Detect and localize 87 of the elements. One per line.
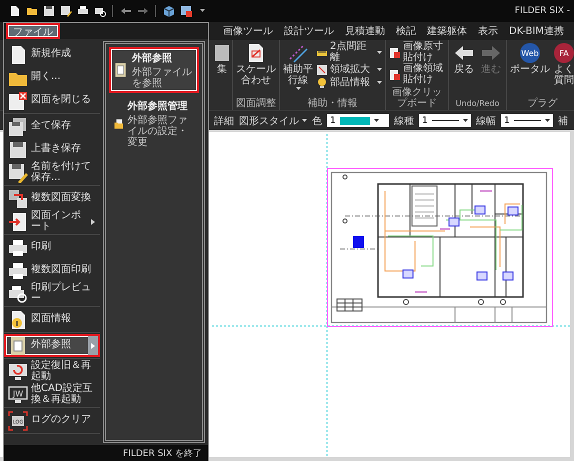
submenu-description: 外部参照ファイルの設定・変更 (128, 115, 188, 148)
menu-item[interactable]: 設定復旧＆再起動 (4, 360, 100, 383)
line-select[interactable]: 1 (501, 114, 553, 127)
ribbon-button[interactable]: 戻る (452, 42, 476, 76)
caret-icon (296, 87, 300, 91)
menu-item[interactable]: 印刷プレビュー (4, 282, 100, 305)
property-label: 色 (312, 114, 322, 128)
submenu-item[interactable]: 外部参照管理 外部参照ファイルの設定・変更 (109, 95, 199, 152)
save-all-icon (8, 116, 28, 136)
style-menu[interactable]: 図形スタイル (239, 114, 307, 128)
ribbon-tab[interactable]: 建築躯体 (426, 24, 468, 38)
menu-item[interactable]: 図面情報 (4, 308, 100, 331)
menu-item[interactable]: 開く... (4, 66, 100, 89)
ribbon-button[interactable]: 領域拡大 (316, 64, 382, 76)
save-as-icon[interactable] (59, 4, 72, 18)
caret-icon (377, 81, 382, 85)
convert-icon (8, 188, 28, 208)
menu-item[interactable]: 上書き保存 (4, 138, 100, 161)
close-document-icon (8, 90, 28, 110)
printer-icon (8, 260, 28, 280)
submenu-title: 外部参照 (132, 52, 173, 65)
property-label: 線幅 (476, 114, 496, 128)
caret-icon (377, 50, 382, 54)
save-icon[interactable] (42, 4, 55, 18)
menu-item[interactable]: 図面インポート (4, 210, 100, 233)
caret-icon (377, 68, 382, 72)
ribbon-button[interactable]: Web ポータル (510, 42, 550, 76)
menu-item[interactable]: 名前を付けて保存... (4, 161, 100, 184)
color-select[interactable]: 1 (327, 114, 389, 127)
zoom-area-icon (316, 64, 328, 76)
import-icon (8, 212, 28, 232)
group-label: プラグ (526, 98, 558, 110)
menu-item[interactable]: 全て保存 (4, 115, 100, 138)
ribbon-button[interactable]: FA よく質問 (553, 42, 574, 86)
caret-icon (463, 118, 468, 122)
group-label: Undo/Redo (454, 98, 500, 110)
submenu-item[interactable]: 外部参照 外部ファイルを参照 (109, 47, 199, 93)
caret-icon (91, 218, 95, 224)
save-icon (8, 140, 28, 160)
ribbon-button[interactable]: スケール合わせ (236, 42, 276, 86)
ribbon-tab[interactable]: 表示 (477, 24, 499, 38)
ribbon-button[interactable]: 補助平行線 (283, 42, 313, 91)
print-preview-icon (8, 284, 28, 304)
ribbon-tab[interactable]: 画像ツール (222, 24, 274, 38)
ribbon-button[interactable]: 画像領域貼付け (389, 64, 445, 85)
property-label: 補 (558, 114, 568, 128)
ribbon-button[interactable]: 画像原寸貼付け (389, 42, 445, 63)
submenu-description: 外部ファイルを参照 (132, 67, 193, 89)
caret-icon (302, 118, 307, 122)
caret-icon (545, 118, 550, 122)
file-tab[interactable]: ファイル (6, 23, 60, 39)
ribbon-button[interactable]: 2点間距離 (316, 42, 382, 63)
menu-item[interactable]: 複数図面変換 (4, 187, 100, 210)
property-label: 線種 (394, 114, 414, 128)
menu-item[interactable]: 複数図面印刷 (4, 259, 100, 282)
menu-item[interactable]: 外部参照 (4, 334, 100, 357)
ribbon-tab[interactable]: 見積連動 (344, 24, 386, 38)
add-window-icon[interactable] (179, 4, 192, 18)
save-as-icon (8, 162, 28, 182)
globe-icon: FA (553, 42, 574, 64)
ribbon-button[interactable]: 部品情報 (316, 77, 382, 89)
window-title: FILDER SIX - (514, 6, 571, 16)
globe-icon: Web (519, 42, 541, 64)
new-file-icon[interactable] (8, 4, 21, 18)
paste-image-icon (389, 46, 401, 58)
caret-icon (91, 342, 95, 348)
caret-icon (200, 9, 205, 13)
caret-icon (374, 118, 379, 122)
ribbon-button[interactable]: 集 (215, 42, 229, 76)
bulb-icon (316, 77, 328, 89)
line-select[interactable]: 1 (419, 114, 471, 127)
ribbon-tab[interactable]: 検記 (395, 24, 417, 38)
group-label: 画像クリップボード (391, 87, 443, 110)
property-label: 詳細 (214, 114, 234, 128)
submenu-title: 外部参照管理 (128, 100, 188, 113)
cube-icon[interactable] (162, 4, 175, 18)
monitor-undo-icon (8, 362, 28, 382)
group-label: 図面調整 (236, 98, 276, 110)
menu-item[interactable]: 図面を閉じる (4, 89, 100, 112)
paste-image-icon (389, 68, 401, 80)
ribbon-tab[interactable]: 設計ツール (283, 24, 335, 38)
printer-icon (8, 238, 28, 258)
reference-document-icon (8, 336, 28, 356)
menu-item[interactable]: 印刷 (4, 236, 100, 259)
group-label: 補助・情報 (306, 98, 358, 110)
ribbon-tab[interactable]: DK-BIM連携 (508, 24, 565, 38)
menu-item[interactable]: 新規作成 (4, 43, 100, 66)
